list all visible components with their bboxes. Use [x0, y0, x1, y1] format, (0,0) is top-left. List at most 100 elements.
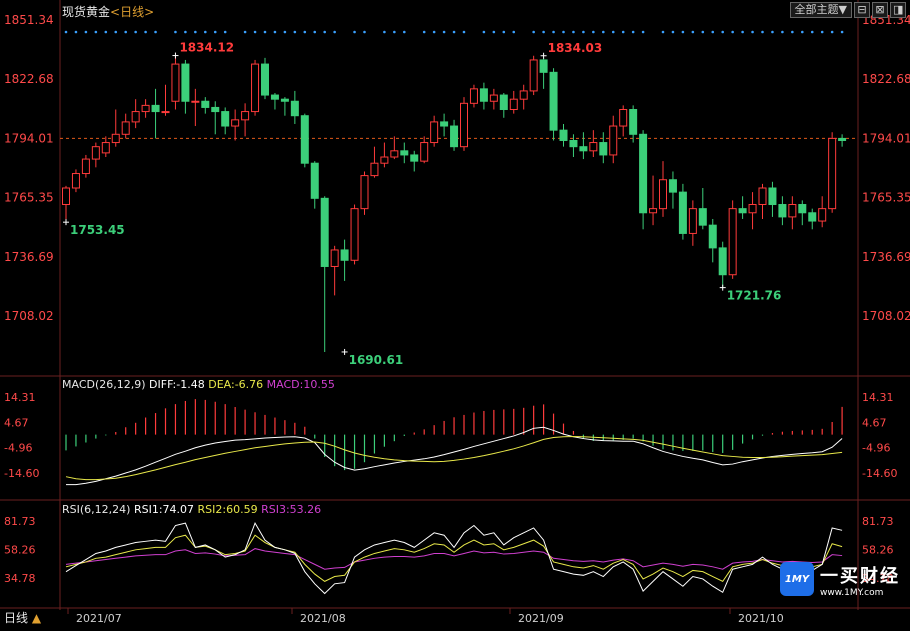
candle-body — [629, 109, 638, 135]
macd-diff-value: DIFF:-1.48 — [149, 378, 205, 391]
candle-body — [619, 109, 628, 127]
signal-dot — [611, 30, 615, 34]
candle-body — [460, 102, 468, 148]
candle-body — [589, 142, 598, 152]
candle-body — [400, 150, 409, 156]
candle-body — [599, 142, 608, 156]
extreme-label: 1834.12 — [179, 41, 234, 55]
macd-tick-right: -4.96 — [862, 442, 890, 455]
candle-body — [91, 146, 100, 160]
candle-body — [659, 179, 667, 210]
candle-body — [549, 71, 558, 131]
signal-dot — [422, 30, 426, 34]
layout-icon[interactable]: ⊟ — [854, 2, 870, 18]
signal-dot — [263, 30, 267, 34]
rsi2-value: RSI2:60.59 — [197, 503, 258, 516]
signal-dot — [791, 30, 794, 34]
signal-dot — [711, 30, 715, 34]
candle-body — [221, 111, 230, 127]
signal-dot — [144, 30, 147, 34]
macd-tick-right: 4.67 — [862, 416, 887, 429]
signal-dot — [154, 30, 157, 34]
signal-dot — [602, 30, 605, 34]
signal-dot — [572, 30, 575, 34]
candle-body — [330, 249, 339, 267]
candle-body — [758, 187, 767, 206]
signal-dot — [721, 30, 724, 34]
rsi1-value: RSI1:74.07 — [133, 503, 195, 516]
side-panel-icon[interactable]: ◨ — [890, 2, 906, 18]
candle-body — [838, 137, 847, 141]
candle-body — [698, 208, 707, 226]
price-tick-right: 1822.68 — [862, 72, 910, 86]
signal-dot — [741, 30, 744, 34]
signal-dot — [213, 30, 217, 34]
timeframe-button[interactable]: 日线 ▲ — [0, 610, 60, 627]
period-label[interactable]: <日线> — [110, 5, 154, 19]
candle-body — [688, 208, 697, 234]
signal-dot — [731, 30, 734, 34]
candle-body — [430, 121, 439, 144]
signal-dot — [114, 30, 118, 34]
candle-body — [231, 119, 240, 127]
theme-dropdown[interactable]: 全部主题▼ — [789, 2, 852, 18]
signal-dot — [333, 30, 336, 34]
rsi-tick-left: 34.78 — [4, 572, 36, 585]
candle-body — [788, 204, 797, 218]
signal-dot — [303, 30, 307, 34]
macd-tick-left: -14.60 — [4, 467, 39, 480]
candle-body — [111, 133, 120, 144]
extreme-label: 1834.03 — [548, 41, 603, 55]
signal-dot — [94, 30, 98, 34]
signal-dot — [482, 30, 486, 34]
price-tick-left: 1765.35 — [4, 191, 54, 205]
candle-body — [778, 204, 787, 218]
signal-dot — [751, 30, 754, 34]
brand-watermark: 1MY 一买财经 www.1MY.com — [780, 560, 908, 604]
candle-body — [808, 212, 817, 222]
candle-body — [300, 115, 309, 164]
signal-dot — [592, 30, 595, 34]
signal-dot — [781, 30, 784, 34]
signal-dot — [323, 30, 327, 34]
candle-body — [489, 94, 498, 102]
signal-dot — [771, 30, 774, 34]
x-tick-label: 2021/08 — [300, 612, 346, 625]
candle-body — [320, 197, 329, 267]
candle-body — [718, 247, 727, 276]
candle-body — [241, 111, 250, 121]
candle-body — [71, 173, 80, 189]
rsi-tick-left: 58.26 — [4, 543, 36, 556]
candle-body — [390, 150, 399, 158]
signal-dot — [691, 30, 695, 34]
rsi-params: RSI(6,12,24) — [62, 503, 131, 516]
signal-dot — [532, 30, 535, 34]
signal-dot — [671, 30, 675, 34]
candle-body — [370, 162, 379, 177]
candle-body — [81, 158, 90, 175]
candle-body — [529, 59, 538, 92]
signal-dot — [273, 30, 277, 34]
candle-body — [171, 63, 180, 102]
macd-params: MACD(26,12,9) — [62, 378, 146, 391]
extreme-label: 1721.76 — [727, 289, 782, 303]
signal-dot — [403, 30, 406, 34]
signal-dot — [204, 30, 207, 34]
signal-dot — [194, 30, 197, 34]
macd-tick-left: 4.67 — [4, 416, 29, 429]
timeframe-arrow-icon: ▲ — [31, 611, 42, 625]
candle-body — [151, 104, 160, 113]
price-tick-left: 1822.68 — [4, 72, 54, 86]
macd-tick-left: -4.96 — [4, 442, 32, 455]
close-panel-icon[interactable]: ⊠ — [872, 2, 888, 18]
rsi-tick-right: 81.73 — [862, 515, 894, 528]
chart-stage: 1851.34 1851.34 1822.68 1822.68 1794.01 1794.… — [0, 0, 910, 627]
candle-body — [360, 175, 369, 210]
signal-dot — [681, 30, 685, 34]
signal-dot — [253, 30, 257, 34]
candle-body — [440, 121, 449, 127]
signal-dot — [442, 30, 446, 34]
signal-dot — [74, 30, 78, 34]
chart-svg: 1851.34 1851.341822.68 1822.681794.01 1794.… — [0, 0, 910, 625]
signal-dot — [701, 30, 705, 34]
